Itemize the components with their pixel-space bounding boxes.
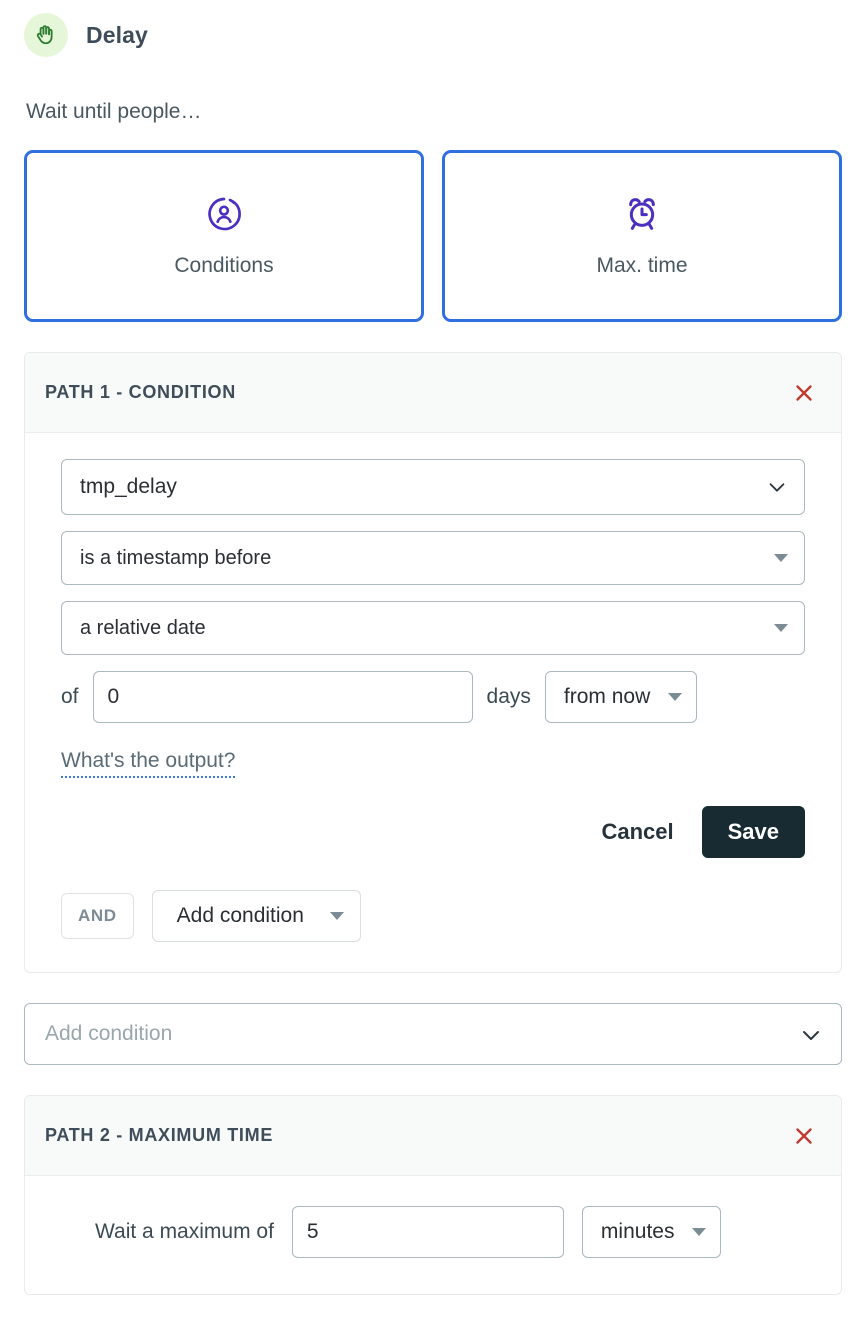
caret-down-icon	[774, 554, 788, 562]
delay-step-editor: Delay Wait until people… Conditions Max.…	[0, 0, 866, 1295]
caret-down-icon	[329, 912, 344, 920]
cancel-button[interactable]: Cancel	[597, 813, 677, 851]
add-condition-button[interactable]: Add condition	[151, 890, 361, 942]
hand-palm-icon	[24, 13, 68, 57]
card-conditions-label: Conditions	[174, 254, 274, 277]
card-max-time[interactable]: Max. time	[442, 150, 842, 322]
max-wait-label: Wait a maximum of	[95, 1220, 274, 1243]
card-conditions[interactable]: Conditions	[24, 150, 424, 322]
path-1-panel: PATH 1 - CONDITION tmp_delay is a timest…	[24, 352, 842, 973]
save-button[interactable]: Save	[701, 806, 805, 858]
condition-field-select[interactable]: tmp_delay	[61, 459, 805, 515]
relative-amount-input[interactable]	[92, 671, 473, 723]
path-type-cards: Conditions Max. time	[24, 150, 842, 322]
caret-down-icon	[668, 693, 683, 701]
path-2-body: Wait a maximum of minutes	[25, 1176, 841, 1294]
max-wait-amount-input[interactable]	[291, 1206, 564, 1258]
add-condition-row: AND Add condition	[61, 890, 805, 942]
chevron-down-icon	[799, 1023, 821, 1045]
whats-the-output-link[interactable]: What's the output?	[61, 749, 236, 778]
condition-operator-select[interactable]: is a timestamp before	[61, 531, 805, 585]
add-condition-select[interactable]: Add condition	[24, 1003, 842, 1065]
chevron-down-icon	[766, 476, 788, 498]
condition-date-type-select[interactable]: a relative date	[61, 601, 805, 655]
add-condition-button-label: Add condition	[176, 904, 304, 927]
max-wait-unit-select[interactable]: minutes	[581, 1206, 722, 1258]
page-title: Delay	[86, 21, 148, 48]
path-1-actions: Cancel Save	[61, 806, 805, 858]
card-max-time-label: Max. time	[596, 254, 688, 277]
path-1-body: tmp_delay is a timestamp before a relati…	[25, 433, 841, 972]
max-wait-unit-value: minutes	[600, 1220, 675, 1243]
user-circle-icon	[204, 194, 244, 234]
path-2-title: PATH 2 - MAXIMUM TIME	[45, 1125, 274, 1145]
and-operator-chip[interactable]: AND	[61, 893, 134, 939]
step-header: Delay	[24, 0, 842, 57]
path-1-header: PATH 1 - CONDITION	[25, 353, 841, 433]
relative-unit-label: days	[486, 685, 531, 708]
close-icon[interactable]	[789, 378, 819, 408]
caret-down-icon	[774, 624, 788, 632]
condition-field-value: tmp_delay	[80, 475, 177, 498]
path-2-header: PATH 2 - MAXIMUM TIME	[25, 1096, 841, 1176]
relative-date-row: of days from now	[61, 671, 805, 723]
condition-date-type-value: a relative date	[80, 616, 206, 639]
subtitle: Wait until people…	[26, 100, 202, 123]
relative-prefix-label: of	[61, 685, 79, 708]
path-1-title: PATH 1 - CONDITION	[45, 382, 236, 402]
add-condition-select-placeholder: Add condition	[45, 1022, 173, 1045]
alarm-clock-icon	[622, 194, 662, 234]
max-wait-row: Wait a maximum of minutes	[61, 1202, 805, 1264]
close-icon[interactable]	[789, 1121, 819, 1151]
path-2-panel: PATH 2 - MAXIMUM TIME Wait a maximum of …	[24, 1095, 842, 1295]
condition-operator-value: is a timestamp before	[80, 546, 272, 569]
caret-down-icon	[692, 1228, 707, 1236]
relative-direction-select[interactable]: from now	[544, 671, 698, 723]
relative-direction-value: from now	[563, 685, 651, 708]
